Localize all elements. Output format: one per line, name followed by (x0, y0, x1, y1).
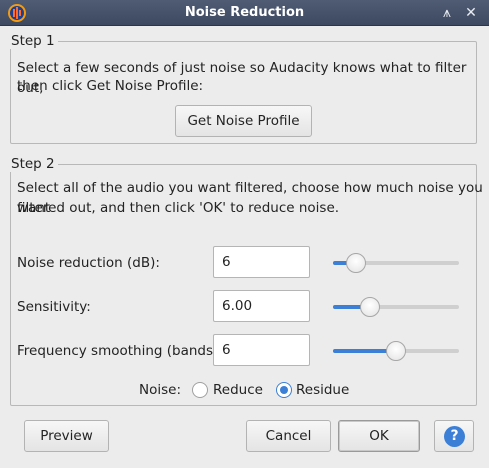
help-button[interactable]: ? (434, 420, 474, 452)
slider-thumb[interactable] (386, 341, 406, 361)
help-icon: ? (444, 426, 465, 447)
sensitivity-label: Sensitivity: (17, 299, 91, 315)
step1-legend: Step 1 (8, 33, 58, 49)
step2-legend: Step 2 (8, 156, 58, 172)
noise-label: Noise: (139, 382, 181, 398)
reduce-radio[interactable] (192, 382, 208, 398)
noise-reduction-dialog: Noise Reduction ⩚ ✕ Step 1 Select a few … (0, 0, 489, 468)
slider-thumb[interactable] (346, 253, 366, 273)
step2-description-line2: filtered out, and then click 'OK' to red… (17, 200, 340, 216)
residue-radio-label[interactable]: Residue (296, 382, 349, 398)
frequency-smoothing-slider[interactable] (333, 341, 459, 361)
step1-description-line2: then click Get Noise Profile: (17, 78, 204, 94)
sensitivity-input[interactable]: 6.00 (213, 290, 310, 322)
close-icon[interactable]: ✕ (462, 4, 480, 22)
sensitivity-slider[interactable] (333, 297, 459, 317)
noise-reduction-label: Noise reduction (dB): (17, 255, 160, 271)
title-bar: Noise Reduction ⩚ ✕ (0, 0, 489, 26)
preview-button[interactable]: Preview (24, 420, 109, 452)
reduce-radio-label[interactable]: Reduce (213, 382, 263, 398)
frequency-smoothing-label: Frequency smoothing (bands): (17, 343, 223, 359)
get-noise-profile-button[interactable]: Get Noise Profile (175, 105, 312, 137)
slider-thumb[interactable] (360, 297, 380, 317)
noise-reduction-input[interactable]: 6 (213, 246, 310, 278)
residue-radio[interactable] (276, 382, 292, 398)
restore-icon[interactable]: ⩚ (438, 4, 456, 22)
frequency-smoothing-input[interactable]: 6 (213, 334, 310, 366)
cancel-button[interactable]: Cancel (246, 420, 331, 452)
noise-reduction-slider[interactable] (333, 253, 459, 273)
window-title: Noise Reduction (184, 5, 305, 20)
ok-button[interactable]: OK (338, 420, 420, 452)
